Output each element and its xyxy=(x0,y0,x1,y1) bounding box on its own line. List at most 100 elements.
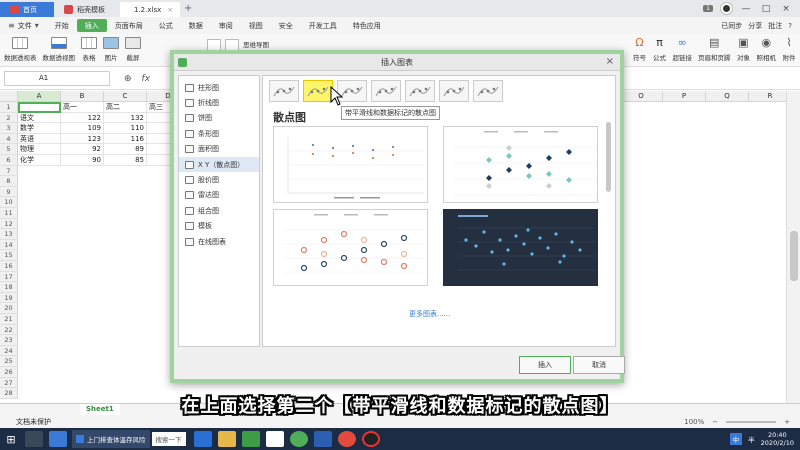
scatter-smooth-markers-icon[interactable] xyxy=(303,80,333,102)
fx-icon[interactable]: fx xyxy=(142,74,151,84)
gallery-scrollbar[interactable] xyxy=(606,122,611,192)
column-header[interactable]: Q xyxy=(706,91,749,102)
row-header[interactable]: 4 xyxy=(0,133,18,145)
ime-indicator[interactable]: 中 xyxy=(729,433,743,445)
table-cell[interactable]: 数学 xyxy=(18,123,61,134)
column-header[interactable]: C xyxy=(104,91,147,102)
menu-tab[interactable]: 插入 xyxy=(76,19,107,32)
object-button[interactable]: ▣ 对象 xyxy=(737,37,751,63)
cloud-app-icon[interactable] xyxy=(265,431,284,447)
row-header[interactable]: 5 xyxy=(0,144,18,155)
row-header[interactable]: 26 xyxy=(0,367,18,378)
symbol-button[interactable]: Ω 符号 xyxy=(633,37,647,63)
pivot-chart-button[interactable]: 数据透视图 xyxy=(43,37,75,62)
scatter-preview-3[interactable] xyxy=(273,209,428,286)
row-header[interactable]: 24 xyxy=(0,345,18,357)
table-cell[interactable]: 化学 xyxy=(18,155,61,166)
scatter-preview-1[interactable] xyxy=(273,126,428,203)
row-header[interactable]: 9 xyxy=(0,186,18,198)
row-header[interactable]: 21 xyxy=(0,314,18,325)
row-header[interactable]: 13 xyxy=(0,229,18,240)
table-cell[interactable]: 116 xyxy=(104,133,147,145)
wechat-icon[interactable] xyxy=(289,431,308,447)
maximize-button[interactable]: □ xyxy=(760,4,772,14)
menu-tab[interactable]: 安全 xyxy=(271,19,301,32)
scatter-only-icon[interactable] xyxy=(269,80,299,102)
tab-home[interactable]: 首页 xyxy=(0,2,54,17)
chart-category-item[interactable]: 模板 xyxy=(179,219,259,234)
table-cell[interactable]: 89 xyxy=(104,144,147,155)
row-header[interactable]: 14 xyxy=(0,239,18,251)
menu-tab[interactable]: 页面布局 xyxy=(107,19,151,32)
menu-tab[interactable]: 开发工具 xyxy=(301,19,345,32)
hyperlink-button[interactable]: ∞ 超链接 xyxy=(673,37,693,63)
wps-writer-icon[interactable] xyxy=(313,431,332,447)
edge-icon[interactable] xyxy=(193,431,212,447)
more-charts-link[interactable]: 更多图表...... xyxy=(409,309,450,319)
chart-category-item[interactable]: 面积图 xyxy=(179,142,259,157)
chart-category-item[interactable]: 在线图表 xyxy=(179,234,259,249)
insert-button[interactable]: 插入 xyxy=(519,356,571,374)
menu-right-item[interactable]: ? xyxy=(788,22,792,30)
chrome-icon[interactable] xyxy=(337,431,356,447)
windows-start-icon[interactable]: ⊞ xyxy=(0,428,22,450)
taskbar-browser-window[interactable]: 上门排查体温存风险 xyxy=(72,430,150,448)
row-header[interactable]: 2 xyxy=(0,112,18,124)
zoom-in-button[interactable]: + xyxy=(784,418,790,426)
chart-category-item[interactable]: 折线图 xyxy=(179,95,259,110)
row-header[interactable]: 3 xyxy=(0,123,18,134)
zoom-level[interactable]: 100% xyxy=(684,418,704,426)
ime-width-indicator[interactable]: 半 xyxy=(748,434,755,444)
row-header[interactable]: 27 xyxy=(0,377,18,389)
table-cell[interactable]: 122 xyxy=(61,112,104,124)
row-header[interactable]: 17 xyxy=(0,271,18,283)
file-menu[interactable]: ≡ 文件 ▾ xyxy=(0,21,47,31)
table-cell[interactable]: 92 xyxy=(61,144,104,155)
chart-category-item[interactable]: 雷达图 xyxy=(179,188,259,203)
row-header[interactable]: 16 xyxy=(0,261,18,272)
menu-tab[interactable]: 特色应用 xyxy=(345,19,389,32)
recorder-icon[interactable] xyxy=(361,431,380,447)
close-window-button[interactable]: × xyxy=(780,4,792,14)
menu-tab[interactable]: 开始 xyxy=(47,19,77,32)
dialog-close-icon[interactable]: × xyxy=(606,56,614,67)
table-cell[interactable]: 英语 xyxy=(18,133,61,145)
table-cell[interactable]: 高一 xyxy=(61,102,104,113)
menu-tab[interactable]: 审阅 xyxy=(211,19,241,32)
row-header[interactable]: 19 xyxy=(0,292,18,304)
equation-button[interactable]: π 公式 xyxy=(653,37,667,63)
menu-right-item[interactable]: 分享 xyxy=(748,21,762,31)
table-cell[interactable]: 110 xyxy=(104,123,147,134)
row-header[interactable]: 15 xyxy=(0,250,18,261)
row-header[interactable]: 23 xyxy=(0,335,18,346)
name-box[interactable]: A1 xyxy=(4,71,110,86)
row-header[interactable]: 7 xyxy=(0,165,18,177)
row-header[interactable]: 25 xyxy=(0,356,18,367)
row-header[interactable]: 11 xyxy=(0,208,18,219)
row-header[interactable]: 10 xyxy=(0,197,18,208)
row-header[interactable]: 22 xyxy=(0,324,18,336)
row-header[interactable]: 8 xyxy=(0,176,18,187)
scatter-straight-markers-icon[interactable] xyxy=(371,80,401,102)
cancel-button[interactable]: 取消 xyxy=(573,356,625,374)
user-avatar[interactable] xyxy=(721,3,732,14)
table-cell[interactable]: 109 xyxy=(61,123,104,134)
new-tab-button[interactable]: + xyxy=(184,3,192,14)
close-tab-icon[interactable]: × xyxy=(167,6,173,14)
table-cell[interactable]: 132 xyxy=(104,112,147,124)
system-clock[interactable]: 20:40 2020/2/10 xyxy=(761,431,794,447)
attachment-button[interactable]: ⌇ 附件 xyxy=(782,37,796,63)
column-header[interactable]: A xyxy=(18,91,61,102)
task-view-icon[interactable] xyxy=(25,431,43,447)
column-header[interactable]: B xyxy=(61,91,104,102)
column-header[interactable]: P xyxy=(663,91,706,102)
table-cell[interactable]: 123 xyxy=(61,133,104,145)
pivot-table-button[interactable]: 数据透视表 xyxy=(4,37,37,62)
chart-category-item[interactable]: 组合图 xyxy=(179,203,259,218)
chart-category-item[interactable]: 条形图 xyxy=(179,126,259,141)
file-explorer-icon[interactable] xyxy=(217,431,236,447)
camera-button[interactable]: ◉ 照相机 xyxy=(757,37,777,63)
row-header[interactable]: 6 xyxy=(0,155,18,166)
vertical-scrollbar[interactable] xyxy=(786,91,800,403)
scatter-preview-4[interactable] xyxy=(443,209,598,286)
